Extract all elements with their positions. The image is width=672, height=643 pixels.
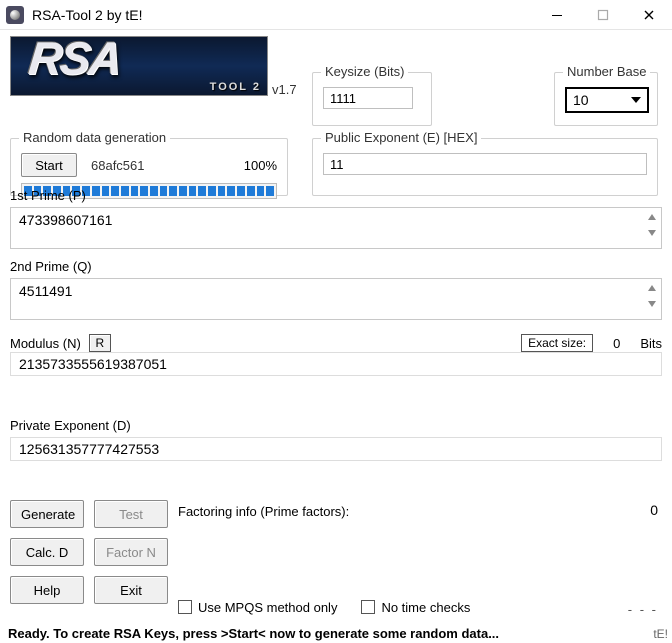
title-bar: RSA-Tool 2 by tE!: [0, 0, 672, 30]
modulus-input[interactable]: [10, 352, 662, 376]
keysize-group: Keysize (Bits): [312, 72, 432, 126]
random-data-legend: Random data generation: [19, 130, 170, 145]
private-d-input[interactable]: [10, 437, 662, 461]
bits-label: Bits: [640, 336, 662, 351]
app-logo: RSA TOOL 2: [10, 36, 268, 96]
prime-q-input[interactable]: [10, 278, 662, 320]
app-icon: [6, 6, 24, 24]
generate-button[interactable]: Generate: [10, 500, 84, 528]
random-hash: 68afc561: [91, 158, 145, 173]
start-button[interactable]: Start: [21, 153, 77, 177]
no-time-checkbox[interactable]: No time checks: [361, 600, 470, 615]
private-d-label: Private Exponent (D): [10, 418, 662, 433]
dots-indicator: - - -: [628, 602, 658, 617]
author-tag: tE!: [653, 627, 668, 641]
test-button: Test: [94, 500, 168, 528]
random-percent: 100%: [244, 158, 277, 173]
chevron-up-icon: [644, 281, 660, 295]
maximize-button[interactable]: [580, 0, 626, 30]
factoring-info-label: Factoring info (Prime factors):: [178, 504, 349, 519]
keysize-input[interactable]: [323, 87, 413, 109]
prime-p-label: 1st Prime (P): [10, 188, 662, 203]
close-button[interactable]: [626, 0, 672, 30]
chevron-down-icon: [644, 226, 660, 240]
mpqs-checkbox[interactable]: Use MPQS method only: [178, 600, 337, 615]
prime-p-spinner[interactable]: [644, 210, 660, 240]
status-bar: Ready. To create RSA Keys, press >Start<…: [8, 626, 638, 641]
mpqs-label: Use MPQS method only: [198, 600, 337, 615]
factor-n-button: Factor N: [94, 538, 168, 566]
prime-p-input[interactable]: [10, 207, 662, 249]
chevron-down-icon: [644, 297, 660, 311]
factoring-count: 0: [650, 502, 658, 518]
prime-q-label: 2nd Prime (Q): [10, 259, 662, 274]
public-exponent-legend: Public Exponent (E) [HEX]: [321, 130, 481, 145]
exact-size-label: Exact size:: [521, 334, 593, 352]
number-base-value: 10: [567, 92, 589, 108]
minimize-button[interactable]: [534, 0, 580, 30]
number-base-group: Number Base 10: [554, 72, 658, 126]
window-title: RSA-Tool 2 by tE!: [32, 7, 143, 23]
chevron-down-icon: [625, 89, 647, 111]
chevron-up-icon: [644, 210, 660, 224]
help-button[interactable]: Help: [10, 576, 84, 604]
logo-text-small: TOOL 2: [210, 81, 261, 93]
modulus-label: Modulus (N): [10, 336, 81, 351]
no-time-label: No time checks: [381, 600, 470, 615]
version-label: v1.7: [272, 82, 297, 97]
modulus-r-button[interactable]: R: [89, 334, 111, 352]
number-base-select[interactable]: 10: [565, 87, 649, 113]
keysize-legend: Keysize (Bits): [321, 64, 408, 79]
number-base-legend: Number Base: [563, 64, 650, 79]
exit-button[interactable]: Exit: [94, 576, 168, 604]
calc-d-button[interactable]: Calc. D: [10, 538, 84, 566]
exact-size-value: 0: [613, 336, 620, 351]
logo-text-big: RSA: [26, 36, 123, 85]
prime-q-spinner[interactable]: [644, 281, 660, 311]
public-exponent-input[interactable]: [323, 153, 647, 175]
